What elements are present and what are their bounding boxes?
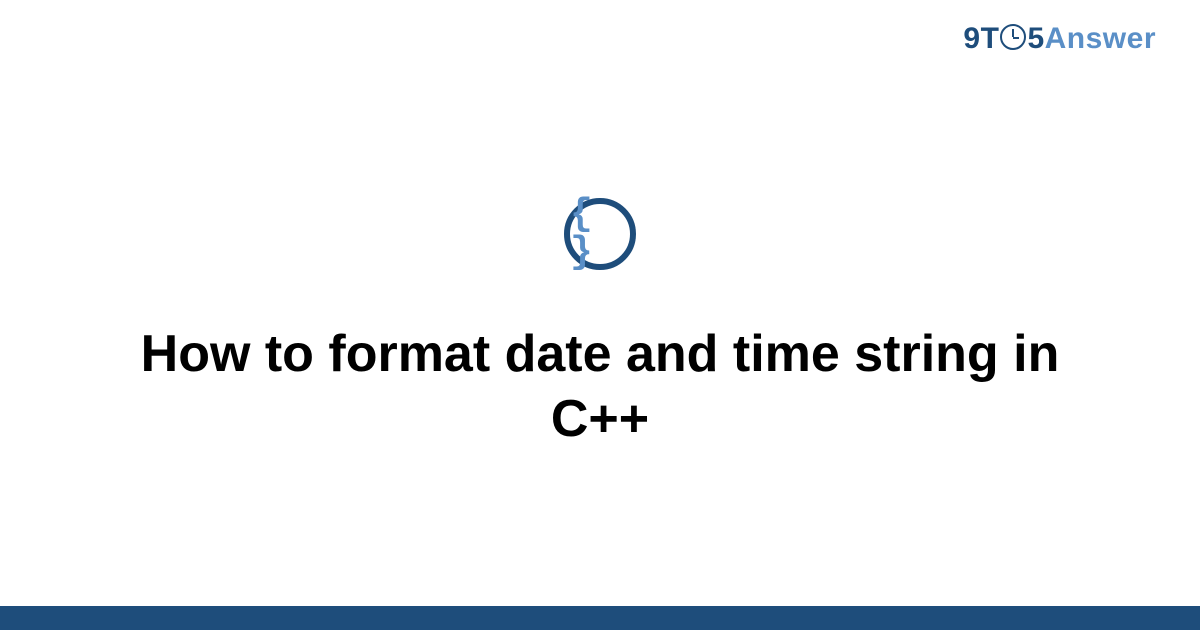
logo-text-9t: 9T (963, 22, 999, 55)
brand-logo: 9T 5Answer (963, 22, 1156, 56)
page-title: How to format date and time string in C+… (75, 322, 1125, 452)
logo-text-answer: Answer (1045, 22, 1156, 55)
clock-icon (1000, 24, 1026, 50)
code-braces-icon: { } (570, 196, 630, 272)
code-icon-circle: { } (564, 198, 636, 270)
main-content: { } How to format date and time string i… (0, 0, 1200, 630)
logo-text-5: 5 (1027, 22, 1044, 55)
footer-bar (0, 606, 1200, 630)
